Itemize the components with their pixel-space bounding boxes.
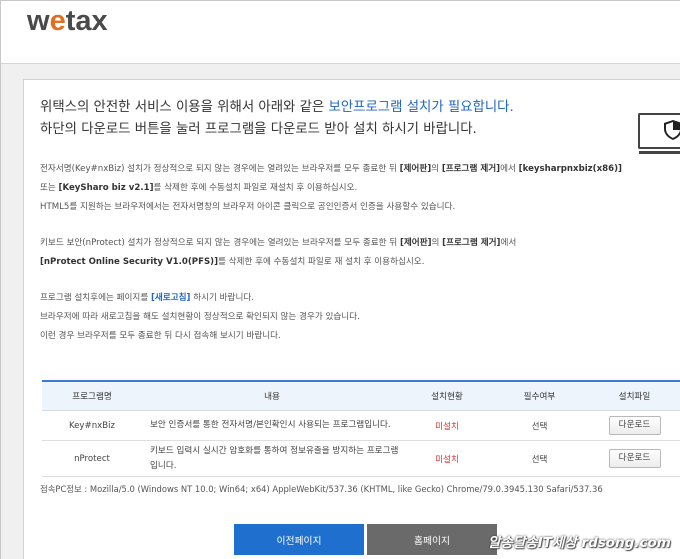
notice-bold: [KeySharo biz v2.1] xyxy=(58,183,154,193)
required-flag: 선택 xyxy=(531,454,548,465)
program-description: 보안 인증서를 통한 전자서명/본인확인시 사용되는 프로그램입니다. xyxy=(150,420,391,430)
notice-text: 하시기 바랍니다. xyxy=(190,293,255,303)
program-description: 키보드 입력시 실시간 암호화를 통하여 정보유출을 방지하는 프로그램입니다. xyxy=(150,445,399,471)
intro-line-2: 하단의 다운로드 버튼을 눌러 프로그램을 다운로드 받아 설치 하시기 바랍니… xyxy=(40,122,477,137)
user-agent-info: 접속PC정보 : Mozilla/5.0 (Windows NT 10.0; W… xyxy=(40,484,603,494)
notice-bold: [keysharpnxbiz(x86)] xyxy=(518,164,622,174)
download-button[interactable]: 다운로드 xyxy=(608,449,661,468)
keysharp-notice-line-3: HTML5를 지원하는 브라우저에서는 전자서명창의 브라우저 아이콘 클릭으로… xyxy=(40,202,456,212)
intro-line-1: 위택스의 안전한 서비스 이용을 위해서 아래와 같은 보안프로그램 설치가 필… xyxy=(40,97,514,119)
shield-icon xyxy=(664,120,680,140)
nprotect-notice-line-2: [nProtect Online Security V1.0(PFS)]를 삭제… xyxy=(40,253,516,272)
logo-w: w xyxy=(27,5,50,37)
refresh-notice-line-1: 프로그램 설치후에는 페이지를 [새로고침] 하시기 바랍니다. xyxy=(40,289,360,308)
notice-text: 전자서명(Key#nxBiz) 설치가 정상적으로 되지 않는 경우에는 열려있… xyxy=(40,164,400,174)
required-flag: 선택 xyxy=(531,421,548,432)
refresh-link[interactable]: [새로고침] xyxy=(151,293,190,303)
header-required: 필수여부 xyxy=(523,392,556,402)
refresh-notice-line-2: 브라우저에 따라 새로고침을 해도 설치현황이 정상적으로 확인되지 않는 경우… xyxy=(40,312,360,322)
logo-rest: tax xyxy=(65,5,108,37)
intro-text: 위택스의 안전한 서비스 이용을 위해서 아래와 같은 보안프로그램 설치가 필… xyxy=(40,97,514,141)
notice-text: 에서 xyxy=(500,238,517,248)
wetax-logo[interactable]: wetax xyxy=(27,5,108,38)
notice-text: 를 삭제한 후에 수동설치 파일로 재 설치 후 이용하십시오. xyxy=(218,257,425,267)
main-area: 위택스의 안전한 서비스 이용을 위해서 아래와 같은 보안프로그램 설치가 필… xyxy=(1,63,680,559)
program-table: 프로그램명 내용 설치현황 필수여부 설치파일 Key#nxBiz 보안 인증서… xyxy=(42,380,680,477)
install-file-cell: 다운로드 xyxy=(587,441,680,476)
notice-text: 또는 xyxy=(40,183,59,193)
notice-bold: [nProtect Online Security V1.0(PFS)] xyxy=(40,257,219,267)
intro-line-1-text: 위택스의 안전한 서비스 이용을 위해서 아래와 같은 xyxy=(40,100,329,115)
intro-highlight: 보안프로그램 설치가 필요합니다. xyxy=(328,100,514,115)
notice-bold: [프로그램 제거] xyxy=(442,238,501,248)
header-install-status: 설치현황 xyxy=(431,392,463,402)
notice-bold: [제어판] xyxy=(399,238,432,248)
previous-page-button[interactable]: 이전페이지 xyxy=(234,524,364,555)
refresh-notice: 프로그램 설치후에는 페이지를 [새로고침] 하시기 바랍니다. 브라우저에 따… xyxy=(40,289,360,346)
notice-text: 의 xyxy=(431,164,442,174)
install-file-cell: 다운로드 xyxy=(587,411,680,440)
nprotect-notice-line-1: 키보드 보안(nProtect) 설치가 정상적으로 되지 않는 경우에는 열려… xyxy=(40,234,516,253)
install-status: 미설치 xyxy=(435,454,459,465)
header-program-name: 프로그램명 xyxy=(72,392,112,402)
program-name: Key#nxBiz xyxy=(68,420,116,431)
download-button[interactable]: 다운로드 xyxy=(608,416,661,435)
header-description: 내용 xyxy=(264,392,280,402)
install-status: 미설치 xyxy=(435,421,459,432)
site-header: wetax xyxy=(1,1,680,63)
table-row: Key#nxBiz 보안 인증서를 통한 전자서명/본인확인시 사용되는 프로그… xyxy=(42,411,680,441)
notice-text: 의 xyxy=(431,238,443,248)
program-name: nProtect xyxy=(74,453,110,464)
table-header: 프로그램명 내용 설치현황 필수여부 설치파일 xyxy=(42,382,680,411)
notice-text: 를 삭제한 후에 수동설치 파일로 재설치 후 이용하십시오. xyxy=(153,183,358,193)
nprotect-notice: 키보드 보안(nProtect) 설치가 정상적으로 되지 않는 경우에는 열려… xyxy=(40,234,516,272)
header-install-file: 설치파일 xyxy=(618,392,651,402)
notice-bold: [제어판] xyxy=(399,164,432,174)
notice-text: 에서 xyxy=(500,164,519,174)
notice-text: 프로그램 설치후에는 페이지를 xyxy=(40,293,151,303)
notice-text: 키보드 보안(nProtect) 설치가 정상적으로 되지 않는 경우에는 열려… xyxy=(40,238,400,248)
browser-frame: wetax 위택스의 안전한 서비스 이용을 위해서 아래와 같은 보안프로그램… xyxy=(0,0,680,559)
keysharp-notice-line-2: 또는 [KeySharo biz v2.1]를 삭제한 후에 수동설치 파일로 … xyxy=(40,179,622,198)
monitor-stand xyxy=(639,151,680,154)
watermark: 알송달송IT세상 rdsong.com xyxy=(488,535,671,551)
logo-e: e xyxy=(49,5,66,37)
refresh-notice-line-3: 이런 경우 브라우저를 모두 종료한 뒤 다시 접속해 보시기 바랍니다. xyxy=(40,331,281,341)
security-install-panel: 위택스의 안전한 서비스 이용을 위해서 아래와 같은 보안프로그램 설치가 필… xyxy=(23,79,680,559)
home-page-button[interactable]: 홈페이지 xyxy=(367,524,497,555)
table-row: nProtect 키보드 입력시 실시간 암호화를 통하여 정보유출을 방지하는… xyxy=(42,441,680,477)
keysharp-notice: 전자서명(Key#nxBiz) 설치가 정상적으로 되지 않는 경우에는 열려있… xyxy=(40,160,622,217)
keysharp-notice-line-1: 전자서명(Key#nxBiz) 설치가 정상적으로 되지 않는 경우에는 열려있… xyxy=(40,160,622,179)
notice-bold: [프로그램 제거] xyxy=(441,164,501,174)
